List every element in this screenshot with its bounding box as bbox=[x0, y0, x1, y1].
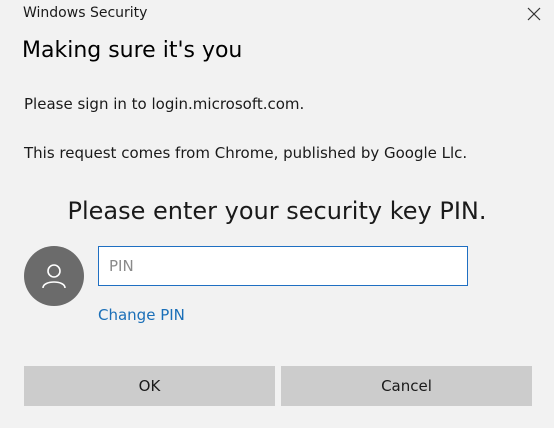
avatar bbox=[24, 246, 84, 306]
user-icon bbox=[42, 264, 66, 289]
dialog-heading: Making sure it's you bbox=[22, 38, 243, 63]
cancel-button[interactable]: Cancel bbox=[281, 366, 532, 406]
pin-prompt: Please enter your security key PIN. bbox=[67, 197, 487, 225]
security-dialog: Windows Security Making sure it's you Pl… bbox=[0, 0, 554, 428]
request-source-text: This request comes from Chrome, publishe… bbox=[24, 144, 468, 162]
pin-input[interactable] bbox=[98, 246, 468, 286]
close-icon bbox=[527, 7, 541, 21]
window-title: Windows Security bbox=[23, 5, 148, 21]
change-pin-link[interactable]: Change PIN bbox=[98, 306, 185, 324]
close-button[interactable] bbox=[520, 2, 548, 26]
ok-button[interactable]: OK bbox=[24, 366, 275, 406]
sign-in-text: Please sign in to login.microsoft.com. bbox=[24, 95, 305, 113]
